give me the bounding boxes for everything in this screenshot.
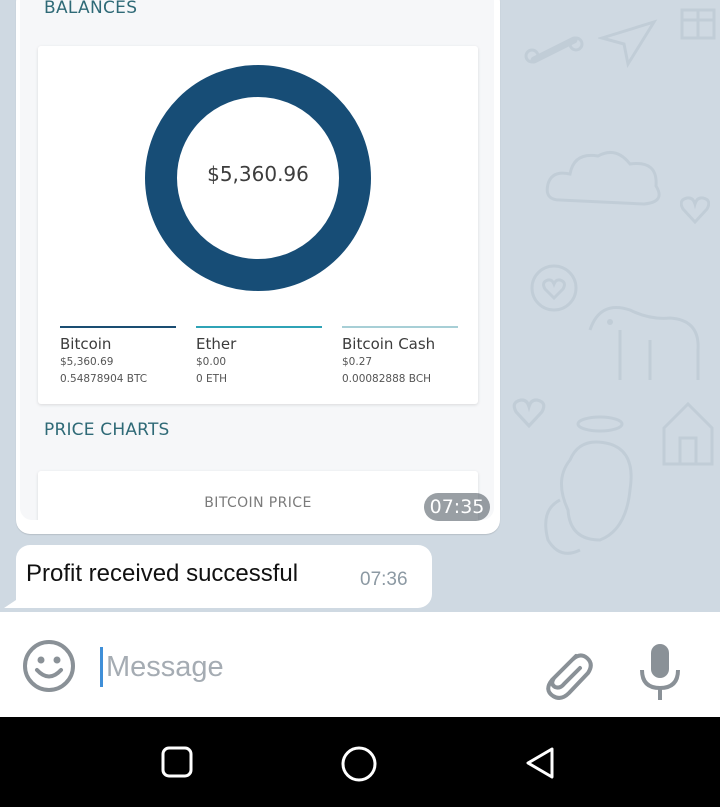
image-message-bubble[interactable]: BALANCES $5,360.96 Bitcoin $5,360.69 0.5…: [16, 0, 500, 534]
coin-bar: [196, 326, 322, 328]
heart-badge-doodle-icon: [524, 258, 584, 318]
coin-name: Bitcoin: [60, 335, 112, 353]
message-time: 07:36: [360, 569, 408, 590]
coin-usd-value: $0.00: [196, 356, 227, 368]
coin-amount: 0 ETH: [196, 373, 227, 385]
paperclip-icon[interactable]: [536, 642, 594, 704]
bone-doodle-icon: [524, 30, 584, 70]
coin-name: Ether: [196, 335, 237, 353]
angel-dog-doodle-icon: [540, 410, 660, 590]
balances-card: $5,360.96 Bitcoin $5,360.69 0.54878904 B…: [38, 46, 478, 404]
circle-icon[interactable]: [340, 745, 378, 787]
balance-total: $5,360.96: [207, 162, 309, 186]
price-chart-title: BITCOIN PRICE: [204, 495, 312, 511]
gift-doodle-icon: [676, 0, 720, 44]
smiley-icon[interactable]: [20, 637, 78, 695]
square-icon[interactable]: [160, 745, 194, 783]
microphone-icon[interactable]: [636, 640, 684, 706]
coin-bar: [60, 326, 176, 328]
coin-bitcoin-cash: Bitcoin Cash $0.27 0.00082888 BCH: [342, 326, 472, 387]
message-text: Profit received successful: [26, 560, 299, 587]
coin-amount: 0.00082888 BCH: [342, 373, 432, 385]
system-navigation-bar: [0, 717, 720, 807]
house-doodle-icon: [658, 398, 718, 468]
coin-bitcoin: Bitcoin $5,360.69 0.54878904 BTC: [60, 326, 190, 387]
price-charts-heading: PRICE CHARTS: [44, 420, 170, 440]
heart-doodle-icon: [680, 196, 710, 224]
text-caret: [100, 647, 103, 687]
cloud-doodle-icon: [540, 140, 670, 220]
dog-doodle-icon: [580, 290, 710, 390]
coin-name: Bitcoin Cash: [342, 335, 436, 353]
coin-usd-value: $5,360.69: [60, 356, 114, 368]
message-input-bar: [0, 612, 720, 717]
message-input[interactable]: [104, 642, 508, 692]
triangle-back-icon[interactable]: [522, 745, 558, 785]
coin-bar: [342, 326, 458, 328]
coin-ether: Ether $0.00 0 ETH: [196, 326, 326, 387]
heart-small-doodle-icon: [512, 398, 546, 428]
coin-usd-value: $0.27: [342, 356, 373, 368]
image-message-time: 07:35: [424, 493, 490, 521]
text-message-bubble[interactable]: Profit received successful 07:36: [16, 545, 432, 608]
coin-amount: 0.54878904 BTC: [60, 373, 148, 385]
paper-plane-doodle-icon: [598, 18, 658, 68]
balances-heading: BALANCES: [44, 0, 138, 18]
balances-screenshot: BALANCES $5,360.96 Bitcoin $5,360.69 0.5…: [20, 0, 494, 520]
price-chart-card: BITCOIN PRICE: [38, 471, 478, 520]
